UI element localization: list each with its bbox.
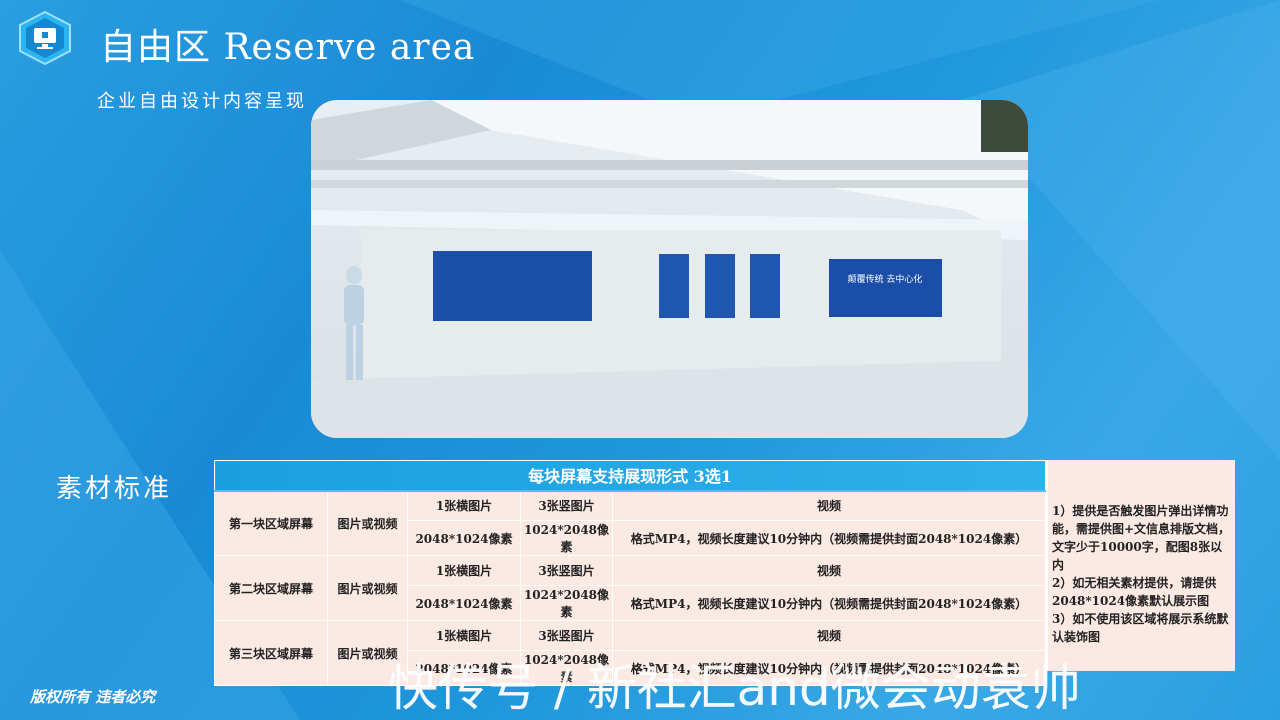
table-row: 第一块区域屏幕 图片或视频 1张横图片 3张竖图片 视频 — [214, 490, 1046, 556]
exhibition-hall-render: 颠覆传统 去中心化 — [311, 100, 1028, 438]
screen-3 — [829, 259, 942, 317]
table-row: 第三块区域屏幕 图片或视频 1张横图片 3张竖图片 视频 — [214, 620, 1046, 686]
table-header: 每块屏幕支持展现形式 3选1 — [214, 460, 1046, 492]
note-item: 3）如不使用该区域将展示系统默认装饰图 — [1052, 612, 1229, 644]
screen-1 — [433, 251, 592, 321]
watermark: 快传号 / 新社汇and微会动袁帅 — [388, 659, 1081, 717]
screen-2a — [659, 254, 689, 318]
page-title: 自由区 Reserve area — [100, 27, 476, 68]
section-label: 素材标准 — [56, 474, 173, 504]
screen-text: 颠覆传统 去中心化 — [848, 273, 923, 285]
monitor-hexagon-icon — [19, 10, 71, 66]
notes-panel: 1）提供是否触发图片弹出详情功能，需提供图+文信息排版文档，文字少于10000字… — [1046, 460, 1235, 671]
note-item: 2）如无相关素材提供，请提供2048*1024像素默认展示图 — [1052, 576, 1217, 608]
note-item: 1）提供是否触发图片弹出详情功能，需提供图+文信息排版文档，文字少于10000字… — [1052, 504, 1231, 572]
screen-2b — [705, 254, 735, 318]
screen-2c — [750, 254, 780, 318]
page-subtitle: 企业自由设计内容呈现 — [97, 91, 307, 112]
table-row: 第二块区域屏幕 图片或视频 1张横图片 3张竖图片 视频 — [214, 555, 1046, 621]
copyright-text: 版权所有 违者必究 — [30, 688, 156, 706]
